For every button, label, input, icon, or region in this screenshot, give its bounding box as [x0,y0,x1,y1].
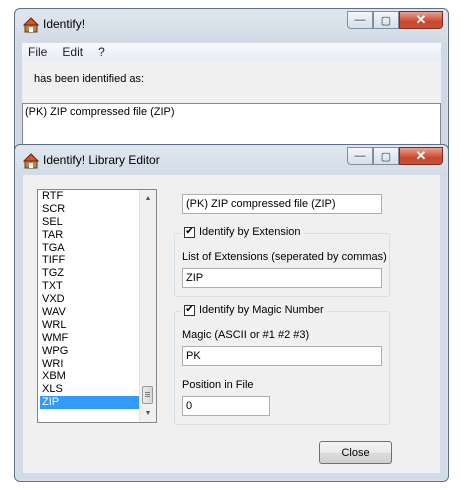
list-item[interactable]: WRL [40,319,139,332]
identify-by-magic-checkbox[interactable]: ✔ [184,304,195,316]
scroll-up-arrow-icon[interactable]: ▲ [140,190,156,207]
main-client-area: has been identified as: (PK) ZIP compres… [22,61,441,163]
list-item[interactable]: TIFF [40,254,139,267]
minimize-button[interactable]: — [347,11,373,29]
list-item[interactable]: WPG [40,345,139,358]
identify-app-icon [23,17,39,33]
list-item[interactable]: RTF [40,190,139,203]
list-item[interactable]: WRI [40,358,139,371]
editor-client-area: RTF SCR SEL TAR TGA TIFF TGZ TXT VXD WAV WRL WMF WPG… [23,175,440,473]
extensions-list-label: List of Extensions (seperated by commas) [182,251,387,263]
close-window-button[interactable]: ✕ [399,147,443,165]
list-item[interactable]: SEL [40,216,139,229]
minimize-button[interactable]: — [347,147,373,165]
identify-main-window: Identify! — ▢ ✕ File Edit ? has been ide… [14,8,449,163]
extension-group: ✔ Identify by Extension List of Extensio… [174,226,390,297]
position-field[interactable]: 0 [182,396,270,416]
magic-number-group: ✔ Identify by Magic Number Magic (ASCII … [174,304,390,425]
list-item[interactable]: XLS [40,383,139,396]
maximize-button[interactable]: ▢ [373,147,399,165]
extensions-field[interactable]: ZIP [182,268,382,288]
extension-listbox[interactable]: RTF SCR SEL TAR TGA TIFF TGZ TXT VXD WAV WRL WMF WPG… [37,189,157,423]
list-item[interactable]: TXT [40,280,139,293]
list-item[interactable]: TGZ [40,267,139,280]
list-item[interactable]: WAV [40,306,139,319]
editor-window-title: Identify! Library Editor [43,153,160,167]
editor-window-controls: — ▢ ✕ [347,147,443,165]
list-item[interactable]: TGA [40,242,139,255]
editor-titlebar[interactable]: Identify! Library Editor — ▢ ✕ [15,145,448,175]
menu-bar: File Edit ? [22,43,441,62]
file-type-name-field[interactable]: (PK) ZIP compressed file (ZIP) [182,194,382,214]
scroll-thumb[interactable] [142,386,153,404]
menu-help[interactable]: ? [92,43,111,59]
magic-group-legend[interactable]: ✔ Identify by Magic Number [181,304,327,316]
library-editor-window: Identify! Library Editor — ▢ ✕ RTF SCR SEL… [14,144,449,482]
extension-list: RTF SCR SEL TAR TGA TIFF TGZ TXT VXD WAV WRL WMF WPG… [40,190,139,410]
identified-label: has been identified as: [34,73,145,85]
list-item[interactable]: SCR [40,203,139,216]
magic-label: Magic (ASCII or #1 #2 #3) [182,329,310,341]
maximize-button[interactable]: ▢ [373,11,399,29]
list-item[interactable]: TAR [40,229,139,242]
identify-by-extension-checkbox[interactable]: ✔ [184,226,195,238]
list-item[interactable]: VXD [40,293,139,306]
list-item[interactable]: XBM [40,370,139,383]
magic-field[interactable]: PK [182,346,382,366]
identify-app-icon [23,153,39,169]
close-button[interactable]: Close [319,441,392,464]
menu-file[interactable]: File [22,43,53,59]
identify-by-magic-label: Identify by Magic Number [199,304,324,316]
extension-group-legend[interactable]: ✔ Identify by Extension [181,226,304,238]
list-scrollbar[interactable]: ▲ ▼ [139,190,156,422]
scroll-down-arrow-icon[interactable]: ▼ [140,405,156,422]
main-window-title: Identify! [43,17,86,31]
list-item[interactable]: ZIP [40,396,139,410]
main-titlebar[interactable]: Identify! — ▢ ✕ [15,9,448,39]
position-label: Position in File [182,379,254,391]
close-window-button[interactable]: ✕ [399,11,443,29]
main-window-controls: — ▢ ✕ [347,11,443,29]
list-item[interactable]: WMF [40,332,139,345]
menu-edit[interactable]: Edit [56,43,89,59]
identify-by-extension-label: Identify by Extension [199,226,301,238]
